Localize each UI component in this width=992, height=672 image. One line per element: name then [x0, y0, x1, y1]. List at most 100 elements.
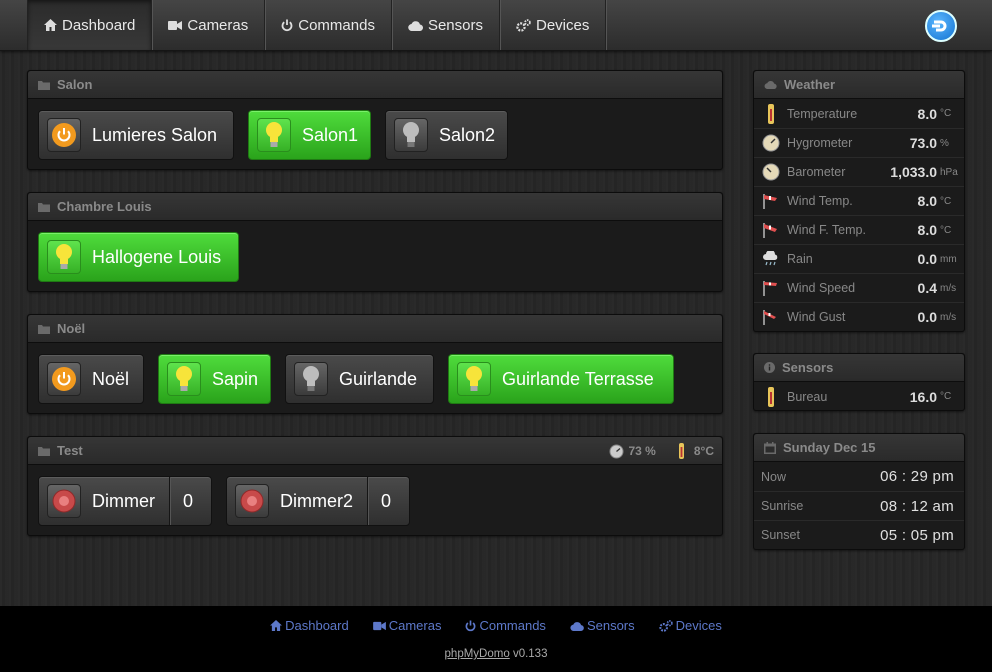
button-label: Dimmer2 [280, 490, 354, 511]
nav-cameras-label: Cameras [187, 16, 249, 34]
dimmer-button-dimmer[interactable]: Dimmer 0 [38, 476, 212, 526]
time-row-sunset: Sunset 05 : 05 pm [754, 520, 964, 549]
sensor-row-bureau: Bureau 16.0 °C [754, 382, 964, 411]
footer-link-sensors[interactable]: Sensors [570, 618, 635, 633]
switch-button-guirlande[interactable]: Guirlande [285, 354, 434, 404]
thermometer-icon [678, 443, 684, 459]
thermometer-icon [762, 386, 780, 407]
dimmer-icon [235, 484, 269, 518]
nav-dashboard[interactable]: Dashboard [27, 0, 152, 50]
folder-icon [38, 324, 50, 334]
dimmer-button-dimmer2[interactable]: Dimmer2 0 [226, 476, 410, 526]
bulb-on-icon [457, 362, 491, 396]
nav-sensors-label: Sensors [427, 16, 483, 34]
button-label: Guirlande Terrasse [502, 368, 654, 389]
switch-button-salon1[interactable]: Salon1 [248, 110, 371, 160]
room-panel-chambre-louis: Chambre Louis Hallogene Louis [27, 192, 723, 292]
folder-icon [38, 202, 50, 212]
app-name-link[interactable]: phpMyDomo [445, 648, 510, 660]
info-icon [764, 362, 775, 373]
rain-cloud-icon [762, 249, 780, 269]
windsock-icon [762, 191, 780, 211]
room-panel-header: Salon [28, 71, 722, 99]
switch-button-noel[interactable]: Noël [38, 354, 144, 404]
room-title: Chambre Louis [57, 199, 152, 214]
room-panel-header: Chambre Louis [28, 193, 722, 221]
weather-panel-header: Weather [754, 71, 964, 99]
button-label: Lumieres Salon [92, 124, 218, 145]
sensors-title: Sensors [782, 360, 834, 375]
calendar-panel: Sunday Dec 15 Now 06 : 29 pm Sunrise 08 … [753, 433, 965, 550]
app-version: v0.133 [512, 648, 548, 660]
power-icon [47, 362, 81, 396]
footer-link-dashboard[interactable]: Dashboard [270, 618, 349, 633]
time-row-now: Now 06 : 29 pm [761, 468, 954, 485]
home-icon [270, 620, 283, 631]
cloud-icon [764, 80, 777, 89]
nav-commands[interactable]: Commands [264, 0, 391, 50]
footer: Dashboard Cameras Commands Sensors Devic… [0, 606, 992, 672]
switch-button-sapin[interactable]: Sapin [158, 354, 271, 404]
switch-button-salon2[interactable]: Salon2 [385, 110, 508, 160]
bulb-off-icon [394, 118, 428, 152]
video-camera-icon [168, 20, 183, 30]
room-panel-noel: Noël Noël Sapin Guirlande Guirlande Terr… [27, 314, 723, 414]
weather-row-temperature: Temperature 8.0 °C [754, 99, 964, 128]
room-humidity: 73 % [628, 444, 656, 458]
footer-version: phpMyDomo v0.133 [0, 648, 992, 660]
switch-button-guirlande-terrasse[interactable]: Guirlande Terrasse [448, 354, 674, 404]
weather-row-wind-speed: Wind Speed 0.4 m/s [754, 273, 964, 302]
power-icon [47, 118, 81, 152]
hygrometer-icon [762, 133, 780, 153]
sensors-panel-header: Sensors [754, 354, 964, 382]
room-panel-header: Noël [28, 315, 722, 343]
footer-link-commands[interactable]: Commands [465, 618, 546, 633]
calendar-title: Sunday Dec 15 [783, 440, 876, 455]
barometer-icon [762, 162, 780, 182]
button-label: Hallogene Louis [92, 246, 222, 267]
room-sensor-summary: 73 % 8°C [609, 437, 714, 465]
dimmer-icon [47, 484, 81, 518]
windsock-icon [762, 220, 780, 240]
dimmer-value[interactable]: 0 [367, 477, 404, 525]
nav-sensors[interactable]: Sensors [390, 0, 499, 50]
footer-link-devices[interactable]: Devices [658, 618, 722, 633]
room-panel-test: Test 73 % 8°C Dimmer 0 Dimmer2 0 [27, 436, 723, 536]
nav-devices[interactable]: Devices [498, 0, 607, 50]
room-title: Noël [57, 321, 86, 336]
button-label: Noël [92, 368, 130, 389]
weather-row-wind-temp: Wind Temp. 8.0 °C [754, 186, 964, 215]
dimmer-value[interactable]: 0 [169, 477, 206, 525]
weather-row-rain: Rain 0.0 mm [754, 244, 964, 273]
weather-row-barometer: Barometer 1,033.0 hPa [754, 157, 964, 186]
switch-button-lumieres-salon[interactable]: Lumieres Salon [38, 110, 234, 160]
power-icon [466, 620, 476, 631]
nav-commands-label: Commands [298, 16, 375, 34]
thermometer-icon [762, 103, 780, 124]
weather-row-hygrometer: Hygrometer 73.0 % [754, 128, 964, 157]
room-panel-header: Test 73 % 8°C [28, 437, 722, 465]
bulb-on-icon [47, 240, 81, 274]
weather-row-wind-f-temp: Wind F. Temp. 8.0 °C [754, 215, 964, 244]
nav-cameras[interactable]: Cameras [151, 0, 264, 50]
home-icon [44, 19, 57, 31]
switch-button-hallogene-louis[interactable]: Hallogene Louis [38, 232, 239, 282]
cloud-icon [570, 621, 584, 631]
top-navbar: Dashboard Cameras Commands Sensors Devic… [0, 0, 992, 51]
time-row-sunrise: Sunrise 08 : 12 am [754, 491, 964, 520]
button-label: Guirlande [339, 368, 418, 389]
nav-dashboard-label: Dashboard [62, 16, 136, 34]
room-title: Salon [57, 77, 93, 92]
footer-link-cameras[interactable]: Cameras [372, 618, 441, 633]
windsock-icon [762, 307, 780, 327]
button-label: Salon1 [302, 124, 359, 145]
main-nav: Dashboard Cameras Commands Sensors Devic… [27, 0, 607, 50]
nav-devices-label: Devices [535, 16, 590, 34]
sensors-panel: Sensors Bureau 16.0 °C [753, 353, 965, 411]
button-label: Dimmer [92, 490, 155, 511]
room-temperature: 8°C [693, 444, 714, 458]
app-logo[interactable] [925, 10, 957, 42]
calendar-icon [764, 441, 776, 454]
folder-icon [38, 80, 50, 90]
weather-row-wind-gust: Wind Gust 0.0 m/s [754, 302, 964, 331]
